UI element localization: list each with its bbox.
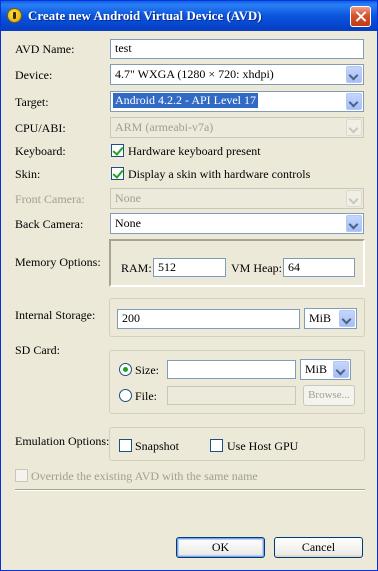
chevron-down-icon[interactable]	[346, 93, 362, 110]
front-camera-select: None	[110, 188, 364, 209]
override-checkbox	[15, 469, 28, 482]
chevron-down-icon[interactable]	[339, 310, 355, 327]
host-gpu-label[interactable]: Use Host GPU	[227, 439, 298, 454]
cancel-button[interactable]: Cancel	[274, 537, 363, 558]
sd-card-label: SD Card:	[15, 343, 60, 357]
chevron-down-icon	[346, 190, 362, 207]
avd-name-label: AVD Name:	[15, 42, 75, 56]
device-label: Device:	[15, 68, 53, 82]
keyboard-label: Keyboard:	[15, 144, 66, 158]
back-camera-select[interactable]: None	[110, 213, 364, 234]
sd-file-radio[interactable]	[119, 389, 132, 402]
chevron-down-icon[interactable]	[333, 361, 349, 378]
snapshot-label[interactable]: Snapshot	[135, 439, 179, 454]
window-title: Create new Android Virtual Device (AVD)	[28, 8, 262, 23]
browse-button: Browse...	[303, 385, 355, 406]
memory-options-label: Memory Options:	[15, 255, 101, 269]
avd-dialog: Create new Android Virtual Device (AVD) …	[0, 0, 378, 571]
keyboard-checkbox[interactable]	[111, 144, 124, 157]
chevron-down-icon[interactable]	[346, 66, 362, 83]
sd-size-radio[interactable]	[119, 363, 132, 376]
target-select[interactable]: Android 4.2.2 - API Level 17	[110, 91, 364, 112]
back-camera-value: None	[115, 216, 141, 230]
target-value: Android 4.2.2 - API Level 17	[113, 93, 258, 108]
target-label: Target:	[15, 95, 49, 109]
host-gpu-checkbox[interactable]	[210, 439, 223, 452]
ram-input[interactable]: 512	[153, 258, 226, 277]
vm-heap-label: VM Heap:	[231, 261, 282, 275]
internal-storage-label: Internal Storage:	[15, 308, 96, 322]
cpu-abi-value: ARM (armeabi-v7a)	[115, 120, 214, 134]
cpu-abi-label: CPU/ABI:	[15, 121, 66, 135]
avd-name-input[interactable]: test	[110, 39, 364, 59]
device-select[interactable]: 4.7" WXGA (1280 × 720: xhdpi)	[110, 64, 364, 85]
snapshot-checkbox[interactable]	[119, 439, 132, 452]
internal-storage-unit-select[interactable]: MiB	[304, 308, 357, 329]
chevron-down-icon	[346, 119, 362, 136]
emulation-options-label: Emulation Options:	[15, 434, 110, 448]
title-bar[interactable]: Create new Android Virtual Device (AVD)	[1, 1, 377, 31]
ok-button[interactable]: OK	[176, 537, 265, 558]
front-camera-label: Front Camera:	[15, 192, 85, 206]
skin-option-label[interactable]: Display a skin with hardware controls	[128, 167, 310, 182]
chevron-down-icon[interactable]	[346, 215, 362, 232]
device-value: 4.7" WXGA (1280 × 720: xhdpi)	[115, 67, 274, 81]
sd-size-unit-select[interactable]: MiB	[300, 359, 351, 380]
sd-file-input	[167, 386, 296, 405]
separator	[15, 489, 365, 491]
override-label: Override the existing AVD with the same …	[31, 469, 258, 483]
skin-checkbox[interactable]	[111, 167, 124, 180]
front-camera-value: None	[115, 191, 141, 205]
close-button[interactable]	[350, 6, 371, 27]
internal-storage-input[interactable]: 200	[117, 309, 300, 329]
sd-size-unit: MiB	[305, 362, 328, 376]
sd-size-label[interactable]: Size:	[135, 363, 159, 378]
internal-storage-unit: MiB	[309, 311, 332, 325]
sd-size-input[interactable]	[167, 360, 296, 379]
skin-label: Skin:	[15, 167, 41, 181]
sd-file-label[interactable]: File:	[135, 389, 157, 404]
back-camera-label: Back Camera:	[15, 217, 84, 231]
vm-heap-input[interactable]: 64	[283, 258, 355, 277]
keyboard-option-label[interactable]: Hardware keyboard present	[128, 144, 261, 159]
cpu-abi-select: ARM (armeabi-v7a)	[110, 117, 364, 138]
android-app-icon	[7, 8, 22, 23]
ram-label: RAM:	[121, 261, 152, 275]
